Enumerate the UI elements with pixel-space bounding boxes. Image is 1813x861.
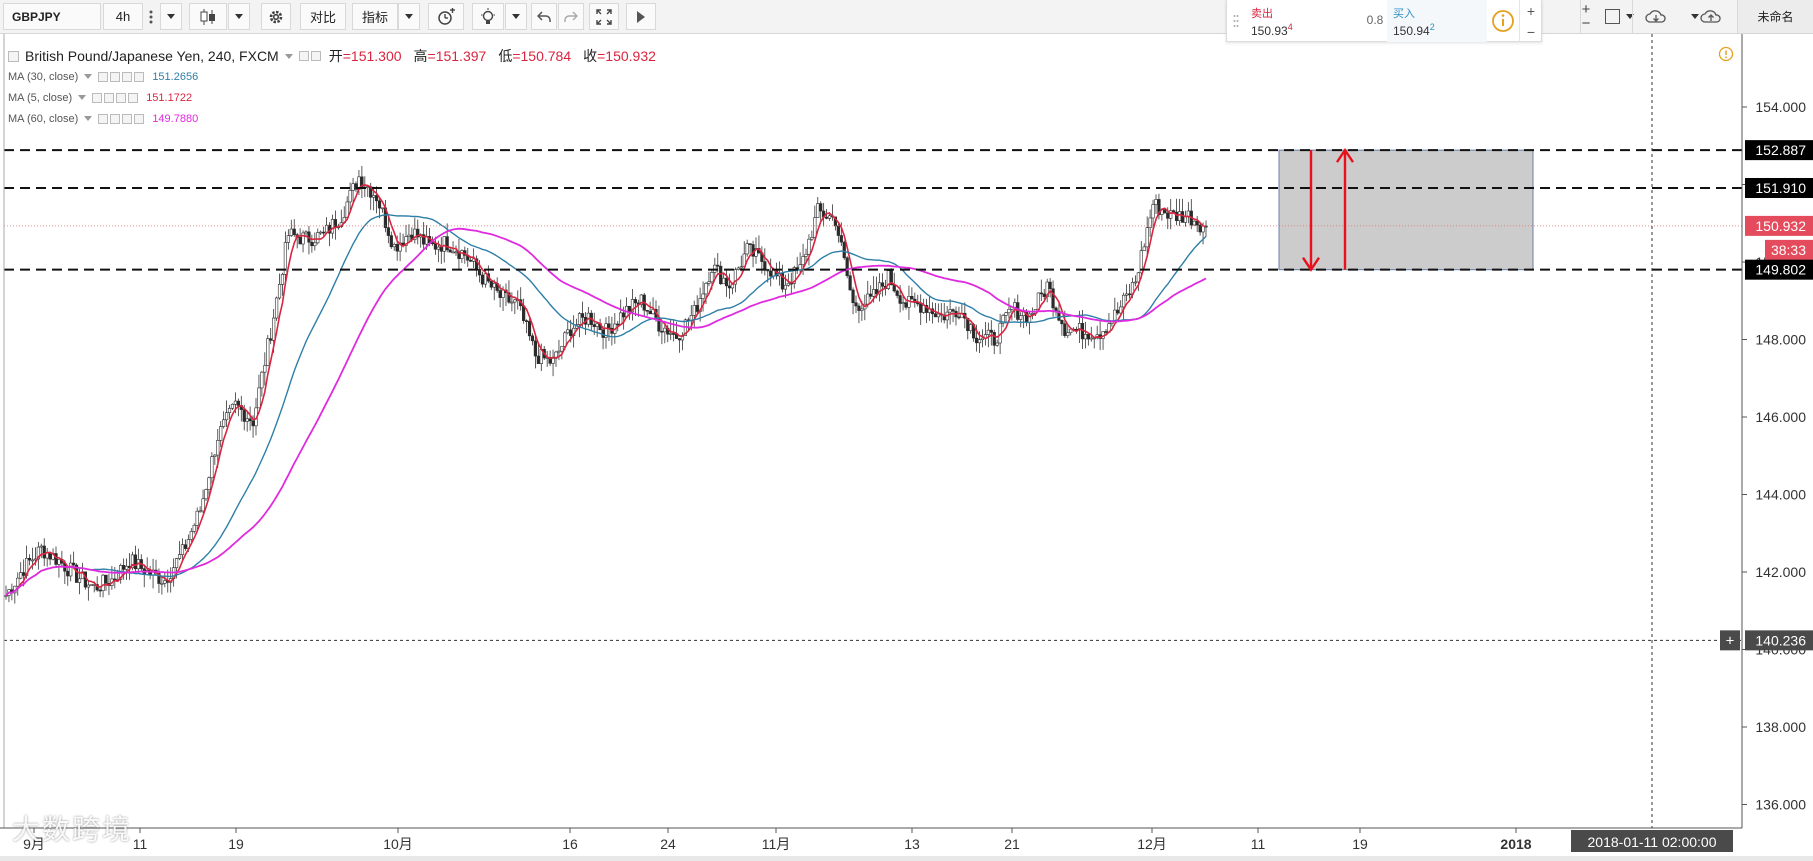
price-tick-label: 154.000 [1755,99,1806,115]
time-tick-label: 2018 [1500,836,1531,852]
chart-axes: 154.000152.000150.000148.000146.000144.0… [0,34,1813,861]
price-level-label: 151.910 [1755,180,1806,196]
bottom-strip [0,856,1813,861]
time-tick-label: 19 [1352,836,1368,852]
price-level-label: 150.932 [1755,218,1806,234]
price-tick-label: 138.000 [1755,719,1806,735]
price-tick-label: 148.000 [1755,332,1806,348]
time-tick-label: 11 [133,836,148,852]
time-tick-label: 11月 [762,836,791,852]
time-tick-label: 10月 [383,836,413,852]
price-level-label: 152.887 [1755,142,1806,158]
price-tick-label: 142.000 [1755,564,1806,580]
time-tick-label: 21 [1004,836,1020,852]
time-tick-label: 13 [904,836,920,852]
time-tick-label: 19 [228,836,244,852]
price-level-label: 140.236 [1755,632,1806,648]
time-tick-label: 11 [1251,836,1266,852]
watermark-text: 大数跨境 [12,814,133,845]
price-tick-label: 136.000 [1755,797,1806,813]
price-level-label: 149.802 [1755,262,1806,278]
price-tick-label: 144.000 [1755,487,1806,503]
time-tick-label: 24 [660,836,676,852]
watermark: 大数跨境 [12,808,132,848]
crosshair-time-label: 2018-01-11 02:00:00 [1588,834,1717,850]
time-tick-label: 12月 [1137,836,1167,852]
time-tick-label: 16 [562,836,578,852]
price-level-label: 38:33 [1771,242,1806,258]
plus-icon: + [1726,632,1735,649]
price-tick-label: 146.000 [1755,409,1806,425]
